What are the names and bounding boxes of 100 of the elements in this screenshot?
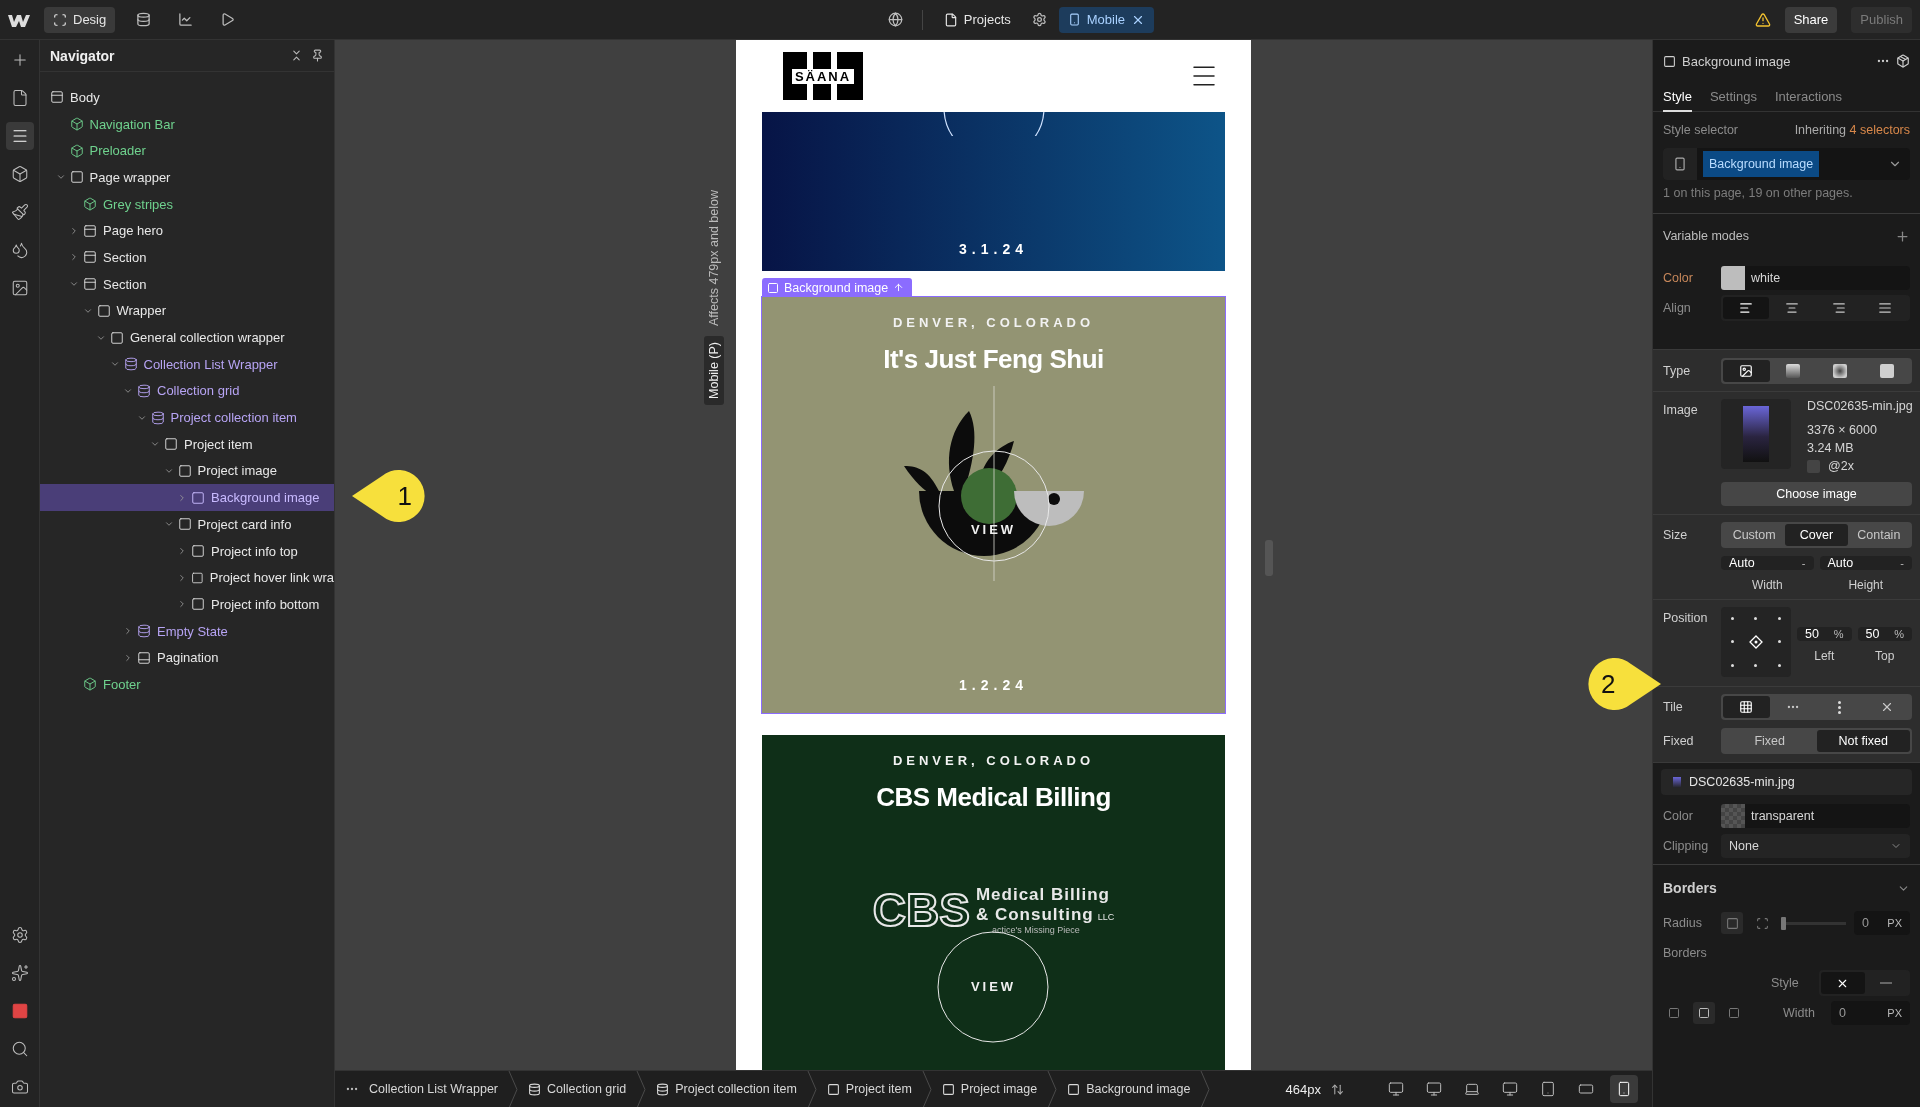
view-link[interactable]: VIEW — [970, 522, 1017, 537]
navigator-item[interactable]: Navigation Bar — [40, 110, 334, 138]
background-layer[interactable]: DSC02635-min.jpg — [1661, 769, 1912, 795]
add-icon[interactable] — [1895, 228, 1910, 244]
style-selector-field[interactable]: Background image — [1663, 148, 1910, 180]
align-center-icon — [1785, 301, 1800, 315]
type-option[interactable] — [1723, 360, 1770, 382]
navigator-item[interactable]: Empty State — [40, 617, 334, 645]
navigator-item[interactable]: Collection grid — [40, 377, 334, 405]
navigator-item[interactable]: Page hero — [40, 217, 334, 245]
navigator-item[interactable]: Section — [40, 244, 334, 271]
choose-image-button[interactable]: Choose image — [1721, 482, 1912, 506]
navigator-icon — [10, 127, 29, 145]
selector-count-link[interactable]: 4 selectors — [1849, 123, 1910, 137]
breadcrumb-item[interactable]: Collection grid — [518, 1082, 637, 1096]
square-icon — [177, 517, 192, 532]
breakpoint-tab[interactable]: Mobile — [1058, 6, 1155, 33]
navigator-item[interactable]: Project image — [40, 457, 334, 485]
navigator-item[interactable]: Project card info — [40, 511, 334, 538]
tile-option[interactable] — [1723, 696, 1770, 718]
navigator-item[interactable]: Grey stripes — [40, 190, 334, 218]
warning-icon[interactable] — [1754, 11, 1771, 28]
share-button[interactable]: Share — [1784, 6, 1838, 33]
square-icon — [767, 281, 779, 294]
component-icon[interactable] — [1896, 54, 1910, 68]
navigator-item[interactable]: Project info top — [40, 537, 334, 565]
navigator-item[interactable]: Project collection item — [40, 404, 334, 431]
radius-all-icon[interactable] — [1721, 912, 1743, 934]
chevron-right-icon[interactable] — [123, 652, 133, 663]
chevron-right-icon[interactable] — [69, 252, 79, 263]
project-title: It's Just Feng Shui — [883, 344, 1104, 375]
resize-icon[interactable] — [1331, 1082, 1344, 1096]
chevron-right-icon[interactable] — [177, 599, 187, 610]
image-thumbnail[interactable] — [1721, 399, 1791, 469]
panel-tab[interactable]: Settings — [1709, 82, 1757, 112]
class-tag[interactable]: Background image — [1703, 151, 1820, 177]
pin-icon[interactable] — [311, 49, 324, 62]
size-option[interactable]: Cover — [1785, 524, 1848, 546]
chevron-right-icon[interactable] — [177, 572, 187, 583]
breadcrumb-separator — [921, 1070, 932, 1107]
breadcrumb-item[interactable]: Background image — [1057, 1082, 1201, 1096]
page-selector[interactable]: Projects — [934, 6, 1020, 33]
square-icon — [96, 303, 111, 318]
navigator-item[interactable]: Collection List Wrapper — [40, 350, 334, 378]
align-option[interactable] — [1723, 297, 1770, 319]
project-card[interactable]: DENVER, COLORADO It's Just Feng Shui VIEW 1.2.24 — [762, 297, 1225, 713]
sidebar-tool[interactable] — [5, 122, 34, 150]
settings-icon[interactable] — [1031, 12, 1047, 27]
size-option[interactable]: Custom — [1723, 524, 1786, 546]
chevron-right-icon[interactable] — [69, 225, 79, 236]
design-mode-button[interactable]: Desig — [44, 6, 116, 33]
border-side-icon[interactable] — [1693, 1002, 1715, 1024]
navigator-item[interactable]: Body — [40, 84, 334, 111]
border-none-option[interactable] — [1821, 972, 1865, 994]
navigator-item[interactable]: Project info bottom — [40, 591, 334, 618]
navigator-item[interactable]: Preloader — [40, 137, 334, 165]
database-icon — [135, 12, 151, 27]
color-field[interactable]: white — [1721, 266, 1910, 290]
field-label: Radius — [1663, 916, 1703, 930]
page-icon — [10, 89, 29, 107]
breadcrumb-item[interactable]: Collection List Wrapper — [359, 1082, 508, 1096]
droplets-icon — [10, 241, 29, 259]
checkbox-label: @2x — [1828, 459, 1854, 473]
breadcrumb-item[interactable]: Project image — [931, 1082, 1048, 1096]
navigator-item[interactable]: Project item — [40, 430, 334, 458]
position-picker[interactable] — [1721, 607, 1791, 677]
navigator-item[interactable]: Page wrapper — [40, 164, 334, 191]
monitor-icon — [1388, 1081, 1404, 1097]
breakpoint-button[interactable] — [1610, 1075, 1638, 1103]
navigator-item[interactable]: Wrapper — [40, 297, 334, 325]
app-logo[interactable] — [8, 12, 30, 27]
chevron-right-icon[interactable] — [123, 626, 133, 637]
navigator-item[interactable]: Section — [40, 270, 334, 298]
arrow-up-icon[interactable] — [893, 282, 905, 293]
fixed-option[interactable]: Fixed — [1723, 730, 1817, 752]
site-logo[interactable]: SÄANA — [783, 52, 863, 100]
size-input[interactable]: Auto - — [1819, 556, 1912, 570]
color-field[interactable]: transparent — [1721, 804, 1910, 828]
position-input[interactable]: 50 % — [1797, 627, 1852, 641]
breadcrumb-item[interactable]: Project item — [816, 1082, 922, 1096]
navigator-item[interactable]: Footer — [40, 671, 334, 698]
panel-tab[interactable]: Style — [1663, 82, 1692, 112]
square-icon — [191, 544, 205, 559]
fixed-option[interactable]: Not fixed — [1816, 730, 1910, 752]
radius-input[interactable]: 0 PX — [1854, 911, 1910, 935]
navigator-item[interactable]: General collection wrapper — [40, 324, 334, 351]
breadcrumb-item[interactable]: Project collection item — [646, 1082, 807, 1096]
collapse-all-icon[interactable] — [290, 49, 303, 62]
chevron-right-icon[interactable] — [177, 546, 187, 557]
navigator-item[interactable]: Project hover link wra — [40, 564, 334, 592]
position-input[interactable]: 50 % — [1857, 627, 1912, 641]
panel-tab[interactable]: Interactions — [1774, 82, 1843, 112]
view-link[interactable]: VIEW — [970, 979, 1017, 994]
clipping-select[interactable]: None — [1721, 834, 1910, 858]
radial-gradient-icon — [1832, 364, 1847, 378]
navigator-item[interactable]: Pagination — [40, 644, 334, 672]
navigator-item[interactable]: Background image — [40, 484, 334, 511]
size-option[interactable]: Contain — [1847, 524, 1910, 546]
size-input[interactable]: Auto - — [1721, 556, 1814, 570]
border-width-input[interactable]: 0 PX — [1831, 1001, 1910, 1025]
